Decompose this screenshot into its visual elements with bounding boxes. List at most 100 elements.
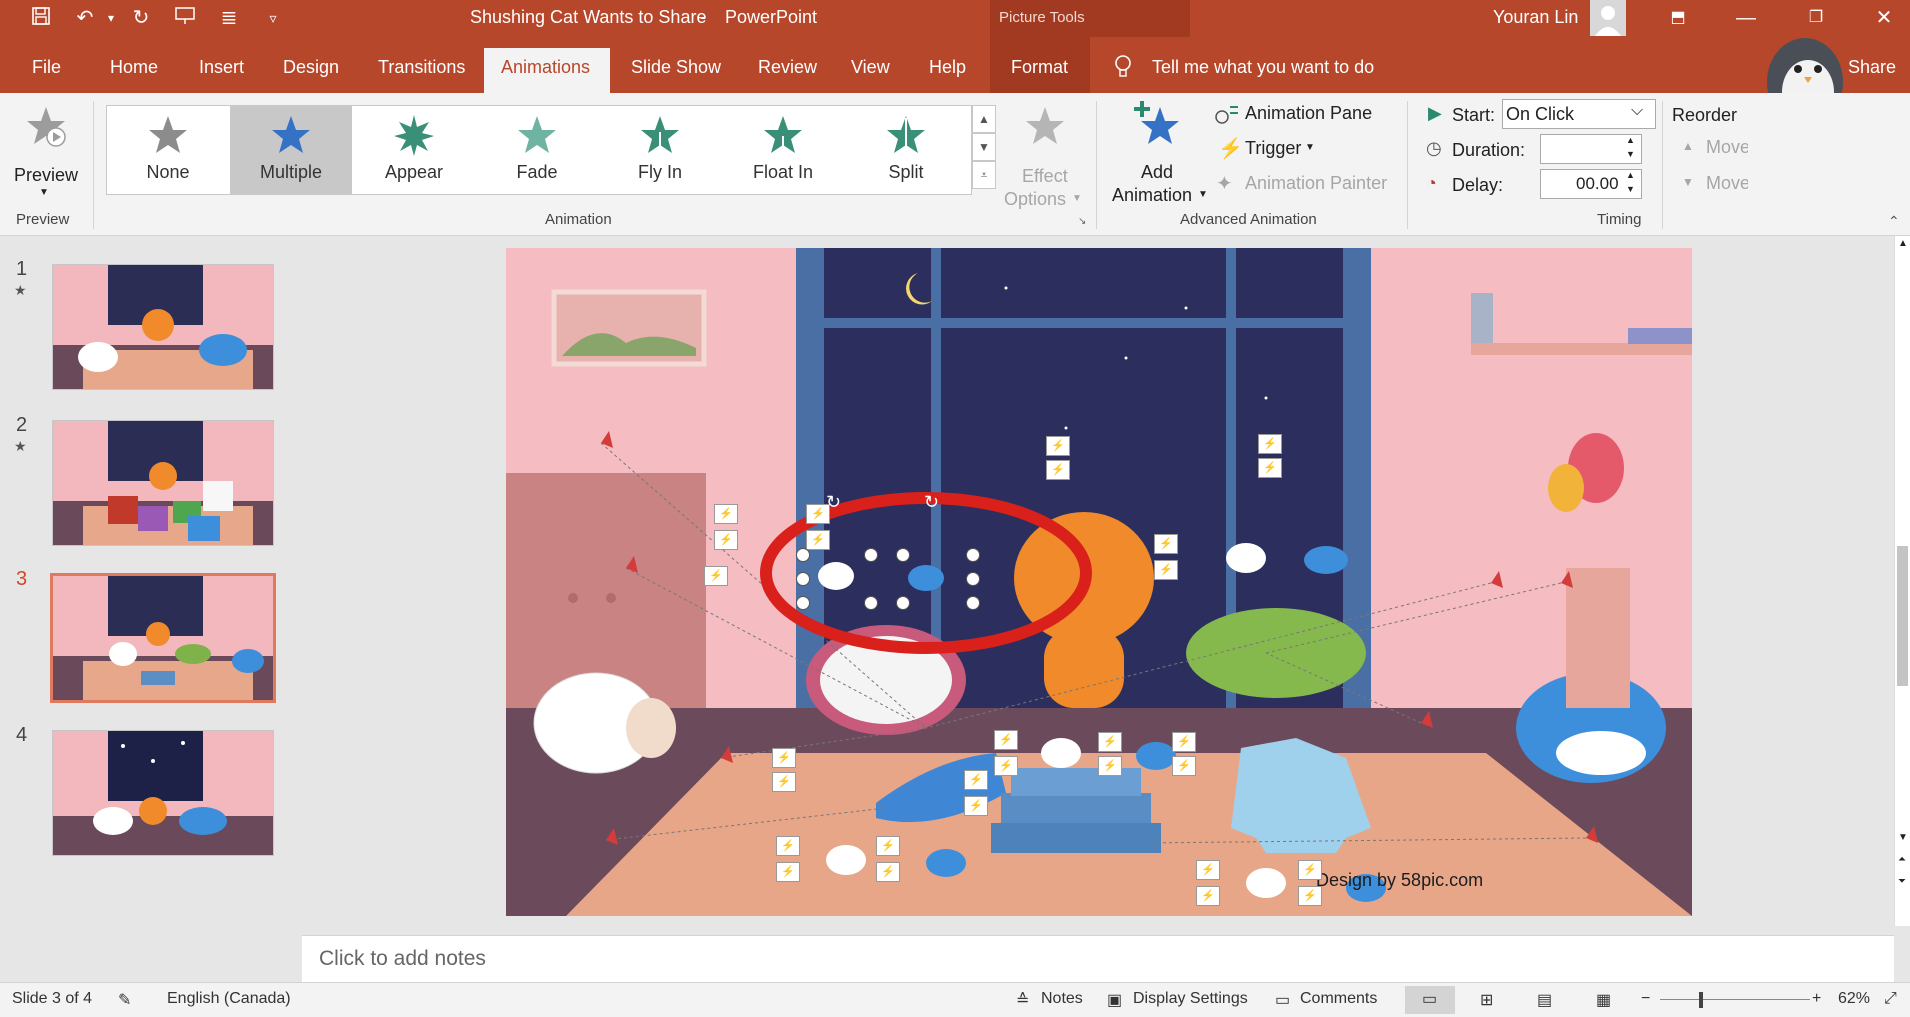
tab-animations[interactable]: Animations [484,48,610,93]
resize-handle[interactable] [864,548,878,562]
previous-slide-icon[interactable]: ⏶ [1898,854,1906,865]
resize-handle[interactable] [966,596,980,610]
notes-toggle[interactable]: Notes [1041,990,1083,1008]
animation-painter-button[interactable]: ✦ Animation Painter [1214,171,1414,199]
zoom-slider[interactable] [1660,999,1810,1000]
zoom-out-icon[interactable]: − [1641,990,1650,1008]
reading-view-icon[interactable]: ▤ [1537,990,1552,1010]
tab-file[interactable]: File [32,57,61,78]
start-select[interactable]: On Click ⌵ [1502,99,1656,129]
rotate-handle-icon[interactable]: ↻ [826,492,841,513]
animation-tag[interactable]: ⚡ [1046,436,1070,456]
scroll-up-icon[interactable]: ▲ [1898,238,1908,249]
animation-tag[interactable]: ⚡ [714,530,738,550]
gallery-float-in[interactable]: Float In [722,106,844,194]
slideshow-view-icon[interactable]: ▦ [1596,990,1611,1010]
redo-icon[interactable]: ↻ [128,6,154,30]
animation-tag[interactable]: ⚡ [964,796,988,816]
gallery-fade[interactable]: Fade [476,106,598,194]
animation-tag[interactable]: ⚡ [1154,560,1178,580]
customize-icon[interactable]: ▿ [260,6,286,30]
animation-tag[interactable]: ⚡ [1046,460,1070,480]
user-name[interactable]: Youran Lin [1493,7,1578,28]
animation-tag[interactable]: ⚡ [1298,860,1322,880]
present-icon[interactable] [172,6,198,30]
gallery-more-icon[interactable]: ⩡ [972,161,996,189]
tab-format[interactable]: Format [990,37,1090,93]
ribbon-display-icon[interactable]: ⬒ [1658,4,1698,32]
zoom-level[interactable]: 62% [1838,990,1870,1008]
tab-design[interactable]: Design [283,57,339,78]
animation-tag[interactable]: ⚡ [1196,886,1220,906]
move-earlier-button[interactable]: ▲ Move Earlier [1678,137,1748,159]
animation-tag[interactable]: ⚡ [994,730,1018,750]
trigger-button[interactable]: ⚡ Trigger ▼ [1214,136,1344,164]
normal-view-button[interactable]: ▭ [1405,986,1455,1014]
zoom-slider-thumb[interactable] [1699,992,1703,1008]
animation-tag[interactable]: ⚡ [776,862,800,882]
resize-handle[interactable] [796,572,810,586]
touch-mode-icon[interactable]: ≣ [216,6,242,30]
comments-icon[interactable]: ▭ [1275,990,1290,1010]
animation-tag[interactable]: ⚡ [1298,886,1322,906]
animation-tag[interactable]: ⚡ [964,770,988,790]
comments-button[interactable]: Comments [1300,990,1377,1008]
animation-tag[interactable]: ⚡ [1258,458,1282,478]
animation-tag[interactable]: ⚡ [772,748,796,768]
tab-insert[interactable]: Insert [199,57,244,78]
add-animation-button[interactable]: Add Animation ▼ [1104,99,1210,205]
resize-handle[interactable] [796,596,810,610]
gallery-scroll-up-icon[interactable]: ▲ [972,105,996,133]
resize-handle[interactable] [796,548,810,562]
notes-pane[interactable]: Click to add notes [302,935,1894,982]
tab-view[interactable]: View [851,57,890,78]
delay-input[interactable]: 00.00 ▲ ▼ [1540,169,1642,199]
animation-tag[interactable]: ⚡ [876,862,900,882]
resize-handle[interactable] [966,548,980,562]
collapse-ribbon-icon[interactable]: ⌃ [1888,213,1900,230]
slide-sorter-icon[interactable]: ⊞ [1480,990,1493,1010]
animation-tag[interactable]: ⚡ [1098,756,1122,776]
tab-transitions[interactable]: Transitions [378,57,465,78]
zoom-in-icon[interactable]: + [1812,990,1821,1008]
gallery-split[interactable]: Split [845,106,967,194]
tab-review[interactable]: Review [758,57,817,78]
animation-tag[interactable]: ⚡ [1098,732,1122,752]
slide-thumbnail-2[interactable] [52,420,274,546]
avatar[interactable] [1590,0,1626,36]
slide-thumbnail-1[interactable] [52,264,274,390]
duration-input[interactable]: ▲ ▼ [1540,134,1642,164]
next-slide-icon[interactable]: ⏷ [1898,876,1906,887]
display-settings-icon[interactable]: ▣ [1107,990,1122,1010]
animation-tag[interactable]: ⚡ [772,772,796,792]
effect-options-button[interactable]: Effect Options ▼ [1002,103,1088,209]
preview-button[interactable]: Preview ▼ [8,103,80,203]
spin-down-icon[interactable]: ▼ [1626,149,1635,159]
move-later-button[interactable]: ▼ Move Later [1678,173,1748,195]
save-icon[interactable] [28,6,54,30]
resize-handle[interactable] [864,596,878,610]
resize-handle[interactable] [896,596,910,610]
slide-thumbnail-4[interactable] [52,730,274,856]
tab-home[interactable]: Home [110,57,158,78]
spin-up-icon[interactable]: ▲ [1626,135,1635,145]
undo-dropdown-icon[interactable]: ▾ [98,6,124,30]
animation-tag[interactable]: ⚡ [806,530,830,550]
undo-icon[interactable]: ↶ [72,6,98,30]
fit-to-window-icon[interactable]: ⤢ [1884,990,1897,1008]
spelling-icon[interactable]: ✎ [118,990,131,1010]
animation-tag[interactable]: ⚡ [714,504,738,524]
close-icon[interactable]: ✕ [1864,4,1904,32]
animation-tag[interactable]: ⚡ [1172,756,1196,776]
display-settings[interactable]: Display Settings [1133,990,1248,1008]
tell-me-input[interactable]: Tell me what you want to do [1152,57,1374,78]
animation-tag[interactable]: ⚡ [776,836,800,856]
scroll-thumb[interactable] [1897,546,1908,686]
slide-thumbnail-3[interactable] [50,573,276,703]
animation-pane-button[interactable]: Animation Pane [1214,101,1394,129]
delay-spin-down-icon[interactable]: ▼ [1626,184,1635,194]
scroll-down-icon[interactable]: ▼ [1898,832,1908,843]
resize-handle[interactable] [966,572,980,586]
gallery-multiple[interactable]: Multiple [230,106,352,194]
gallery-scroll-down-icon[interactable]: ▼ [972,133,996,161]
